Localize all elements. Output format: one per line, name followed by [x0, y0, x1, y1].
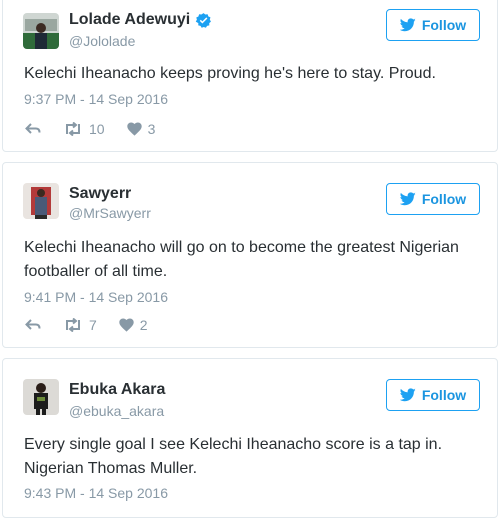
tweet-text: Kelechi Iheanacho keeps proving he's her… — [24, 65, 436, 82]
user-name[interactable]: Ebuka Akara — [69, 381, 165, 399]
verified-icon — [195, 12, 212, 29]
tweet-card: Ebuka Akara @ebuka_akara Follow Every si… — [2, 358, 498, 518]
tweet-card: Sawyerr @MrSawyerr Follow Kelechi Iheana… — [2, 162, 498, 348]
bird-icon — [399, 388, 416, 402]
like-count: 2 — [139, 317, 148, 333]
retweet-icon — [66, 318, 80, 332]
follow-button[interactable]: Follow — [386, 183, 480, 215]
user-name[interactable]: Lolade Adewuyi — [69, 11, 212, 29]
bird-icon — [399, 18, 416, 32]
tweet-timestamp[interactable]: 9:37 PM - 14 Sep 2016 — [24, 91, 168, 107]
retweet-icon — [66, 122, 80, 136]
tweet-card: Lolade Adewuyi @Jololade Follow Kelechi … — [2, 0, 498, 152]
tweet-text: Every single goal I see Kelechi Iheanach… — [24, 436, 443, 477]
follow-button[interactable]: Follow — [386, 379, 480, 411]
tweet-text: Kelechi Iheanacho will go on to become t… — [24, 239, 459, 280]
heart-icon — [119, 318, 134, 332]
user-name-text: Sawyerr — [69, 185, 132, 202]
like-button[interactable]: 3 — [126, 121, 156, 137]
reply-button[interactable] — [25, 318, 41, 332]
user-handle[interactable]: @MrSawyerr — [69, 205, 151, 221]
user-name-text: Ebuka Akara — [69, 381, 166, 398]
user-handle[interactable]: @Jololade — [69, 33, 135, 49]
user-handle[interactable]: @ebuka_akara — [69, 403, 164, 419]
reply-icon — [25, 123, 41, 134]
heart-icon — [126, 122, 142, 136]
follow-button[interactable]: Follow — [386, 9, 480, 41]
follow-label: Follow — [421, 191, 467, 207]
tweet-timestamp[interactable]: 9:43 PM - 14 Sep 2016 — [24, 485, 168, 501]
like-button[interactable]: 2 — [119, 317, 148, 333]
tweet-timestamp[interactable]: 9:41 PM - 14 Sep 2016 — [24, 289, 168, 305]
tweet-actions: 7 2 — [25, 317, 170, 333]
user-name-text: Lolade Adewuyi — [69, 11, 191, 28]
avatar[interactable] — [23, 13, 59, 49]
follow-label: Follow — [421, 387, 467, 403]
avatar[interactable] — [23, 183, 59, 219]
avatar[interactable] — [23, 379, 59, 415]
bird-icon — [399, 192, 416, 206]
tweet-actions: 10 3 — [25, 121, 177, 137]
follow-label: Follow — [421, 17, 467, 33]
retweet-button[interactable]: 10 — [63, 121, 105, 137]
retweet-count: 7 — [89, 317, 97, 333]
user-name[interactable]: Sawyerr — [69, 185, 131, 203]
reply-icon — [25, 319, 41, 330]
like-count: 3 — [147, 121, 156, 137]
reply-button[interactable] — [25, 122, 41, 136]
retweet-count: 10 — [89, 121, 105, 137]
retweet-button[interactable]: 7 — [63, 317, 97, 333]
